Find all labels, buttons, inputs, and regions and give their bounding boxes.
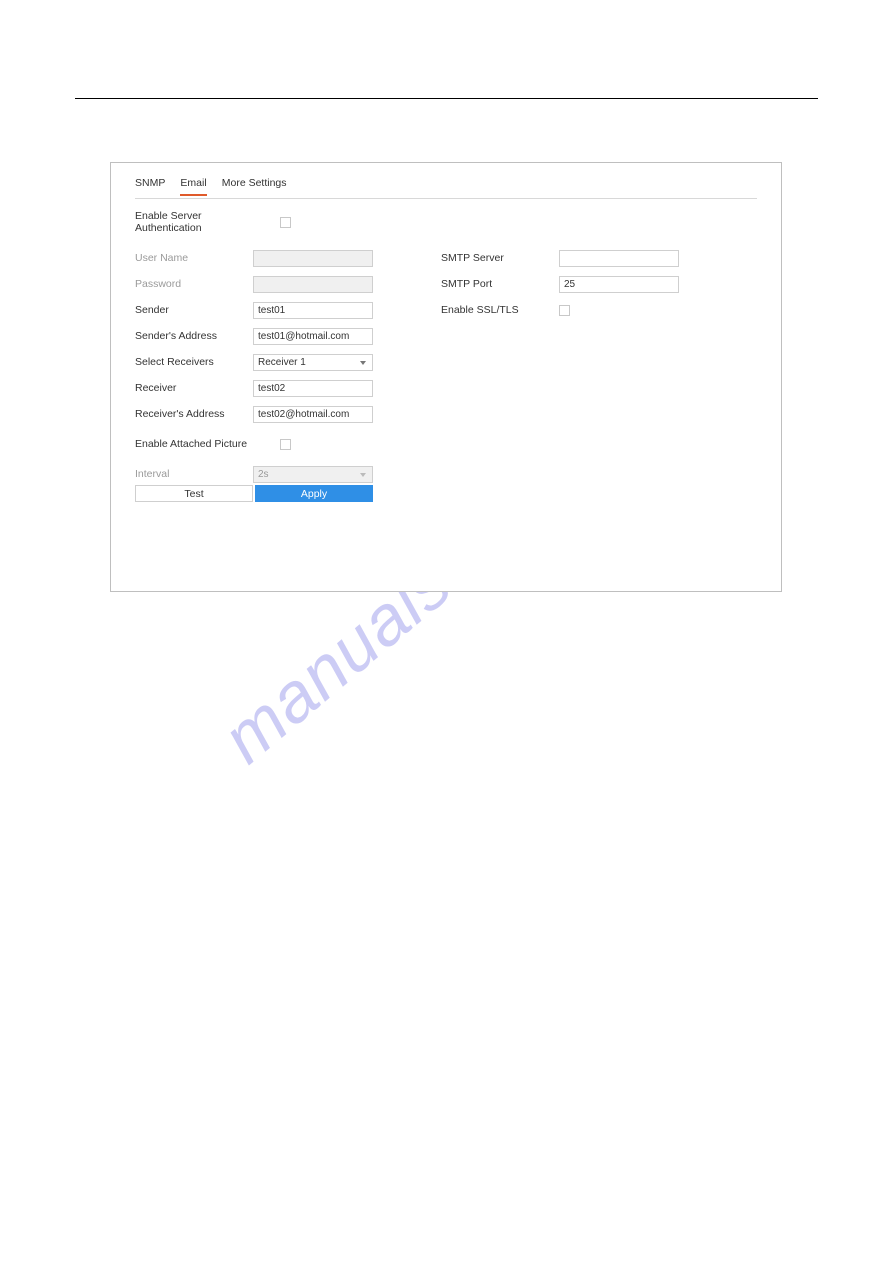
- sender-address-field[interactable]: [253, 328, 373, 345]
- row-smtp-port: SMTP Port: [441, 271, 701, 297]
- row-sender-address: Sender's Address: [135, 323, 395, 349]
- interval-label: Interval: [135, 468, 253, 480]
- row-username: User Name: [135, 245, 395, 271]
- apply-button[interactable]: Apply: [255, 485, 373, 502]
- button-row: Test Apply: [135, 485, 373, 502]
- sender-label: Sender: [135, 304, 253, 316]
- row-enable-picture: Enable Attached Picture: [135, 431, 395, 457]
- left-column: Enable Server Authentication User Name P…: [135, 209, 395, 487]
- enable-ssl-checkbox[interactable]: [559, 305, 570, 316]
- right-spacer: [441, 209, 701, 245]
- settings-panel: SNMP Email More Settings Enable Server A…: [110, 162, 782, 592]
- row-enable-ssl: Enable SSL/TLS: [441, 297, 701, 323]
- tab-snmp[interactable]: SNMP: [135, 177, 165, 195]
- password-label: Password: [135, 278, 253, 290]
- tab-more-settings[interactable]: More Settings: [222, 177, 287, 195]
- enable-picture-checkbox[interactable]: [280, 439, 291, 450]
- sender-address-label: Sender's Address: [135, 330, 253, 342]
- row-receiver: Receiver: [135, 375, 395, 401]
- enable-picture-label: Enable Attached Picture: [135, 438, 265, 450]
- select-receivers-value: Receiver 1: [258, 357, 306, 368]
- chevron-down-icon: [360, 473, 366, 477]
- select-receivers-dropdown[interactable]: Receiver 1: [253, 354, 373, 371]
- enable-auth-label: Enable Server Authentication: [135, 210, 265, 234]
- username-label: User Name: [135, 252, 253, 264]
- smtp-server-label: SMTP Server: [441, 252, 559, 264]
- test-button[interactable]: Test: [135, 485, 253, 502]
- username-field[interactable]: [253, 250, 373, 267]
- receiver-field[interactable]: [253, 380, 373, 397]
- tab-bar: SNMP Email More Settings: [135, 177, 757, 199]
- enable-auth-checkbox[interactable]: [280, 217, 291, 228]
- row-sender: Sender: [135, 297, 395, 323]
- enable-ssl-label: Enable SSL/TLS: [441, 304, 559, 316]
- password-field[interactable]: [253, 276, 373, 293]
- top-divider: [75, 98, 818, 99]
- chevron-down-icon: [360, 361, 366, 365]
- row-select-receivers: Select Receivers Receiver 1: [135, 349, 395, 375]
- row-smtp-server: SMTP Server: [441, 245, 701, 271]
- smtp-server-field[interactable]: [559, 250, 679, 267]
- smtp-port-label: SMTP Port: [441, 278, 559, 290]
- interval-value: 2s: [258, 469, 269, 480]
- smtp-port-field[interactable]: [559, 276, 679, 293]
- row-enable-auth: Enable Server Authentication: [135, 209, 395, 235]
- row-password: Password: [135, 271, 395, 297]
- select-receivers-label: Select Receivers: [135, 356, 253, 368]
- tab-email[interactable]: Email: [180, 177, 206, 196]
- row-interval: Interval 2s: [135, 461, 395, 487]
- sender-field[interactable]: [253, 302, 373, 319]
- receiver-address-field[interactable]: [253, 406, 373, 423]
- row-receiver-address: Receiver's Address: [135, 401, 395, 427]
- right-column: SMTP Server SMTP Port Enable SSL/TLS: [441, 209, 701, 323]
- receiver-address-label: Receiver's Address: [135, 408, 253, 420]
- interval-dropdown: 2s: [253, 466, 373, 483]
- receiver-label: Receiver: [135, 382, 253, 394]
